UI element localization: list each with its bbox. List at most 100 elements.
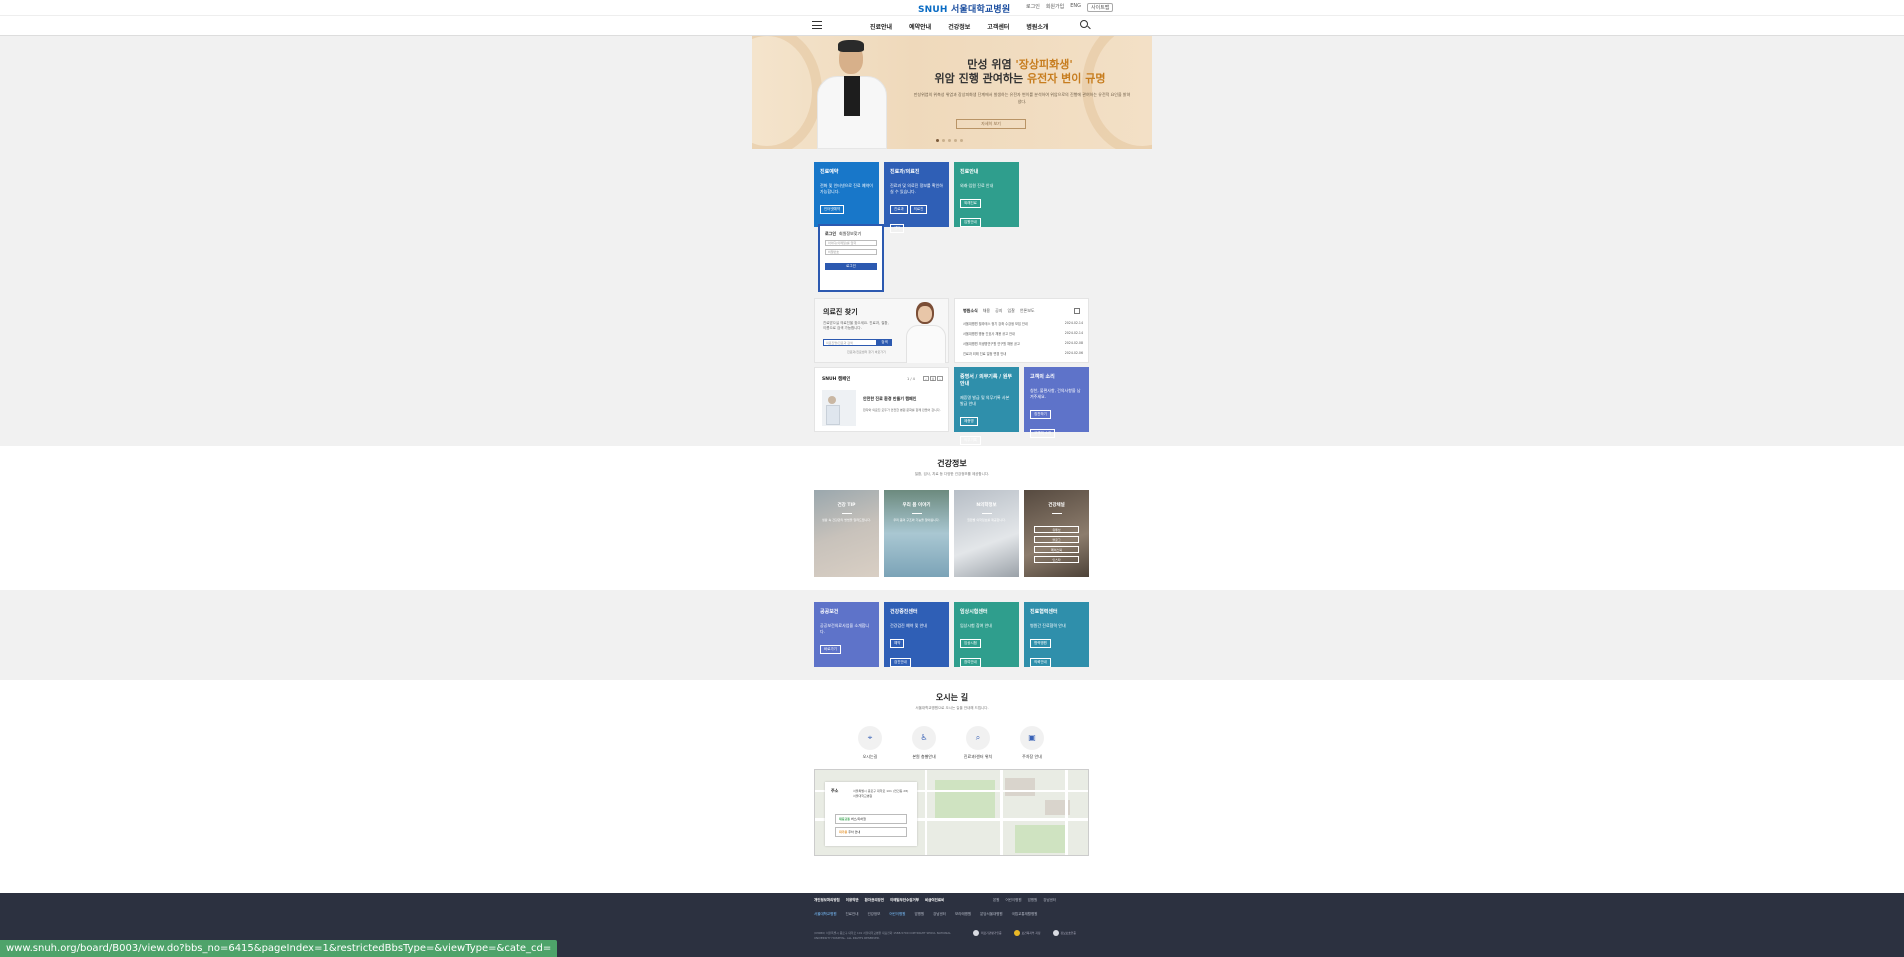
login-button[interactable]: 로그인	[825, 263, 877, 270]
family-site-select[interactable]: 어린이병원	[1005, 898, 1021, 903]
floor-guide-icon[interactable]: ♿	[912, 726, 936, 750]
trial-guide-button[interactable]: 참여안내	[960, 658, 981, 667]
certificate-button[interactable]: 제증명	[960, 417, 978, 426]
nav-item-customer[interactable]: 고객센터	[987, 22, 1009, 31]
referral-button[interactable]: 의뢰안내	[1030, 658, 1051, 667]
tile-clinical-trial[interactable]: 임상시험센터 임상시험 참여 안내 임상시험 참여안내	[954, 602, 1019, 667]
util-link-eng[interactable]: ENG	[1070, 3, 1081, 12]
banner-more-button[interactable]: 자세히 보기	[956, 119, 1026, 129]
checkup-guide-button[interactable]: 검진안내	[890, 658, 911, 667]
trial-button[interactable]: 임상시험	[960, 639, 981, 648]
partner-button[interactable]: 협력병원	[1030, 639, 1051, 648]
tile-voice[interactable]: 고객의 소리 칭찬, 불편사항, 건의사항을 남겨주세요. 칭찬하기 고객의 소…	[1024, 367, 1089, 438]
family-site-select[interactable]: 암병원	[1028, 898, 1038, 903]
list-item[interactable]: 서울대병원 병동 간호사 채용 공고 안내 2024.02.14	[963, 331, 1083, 341]
footer-site-link[interactable]: 국립교통재활병원	[1012, 912, 1038, 917]
nav-item-health[interactable]: 건강정보	[948, 22, 970, 31]
footer-link[interactable]: 이용약관	[846, 898, 859, 903]
list-item[interactable]: 진료과 외래 진료 일정 변경 안내 2024.02.06	[963, 351, 1083, 361]
tile-reservation[interactable]: 진료예약 전화 및 인터넷으로 진료 예약이 가능합니다. 인터넷예약 전화예약	[814, 162, 879, 233]
location-label[interactable]: 오시는길	[845, 754, 895, 760]
parking-label[interactable]: 주차장 안내	[1007, 754, 1057, 760]
doctor-search-button[interactable]: 검색	[877, 339, 892, 346]
footer-site-link[interactable]: 암병원	[914, 912, 924, 917]
transit-button[interactable]: 대중교통 버스/지하철	[835, 814, 907, 824]
footer-site-link[interactable]: 강남센터	[933, 912, 946, 917]
facebook-button[interactable]: 페이스북	[1034, 546, 1079, 553]
next-icon[interactable]: ›	[937, 376, 943, 381]
map-pin-icon[interactable]: ⌖	[858, 726, 882, 750]
department-finder-link[interactable]: 진료과/진료센터 찾기 바로가기	[847, 350, 886, 354]
find-account-tab[interactable]: 회원정보찾기	[839, 231, 861, 237]
inpatient-button[interactable]: 입원안내	[960, 218, 981, 227]
nav-item-about[interactable]: 병원소개	[1026, 22, 1048, 31]
footer-site-link[interactable]: 건강정보	[867, 912, 880, 917]
tile-certificates[interactable]: 증명서 / 의무기록 / 원무안내 제증명 발급 및 의무기록 사본 발급 안내…	[954, 367, 1019, 445]
praise-button[interactable]: 칭찬하기	[1030, 410, 1051, 419]
tab-news[interactable]: 병원소식	[963, 308, 978, 314]
search-location-icon[interactable]: ⌕	[966, 726, 990, 750]
blog-button[interactable]: 블로그	[1034, 536, 1079, 543]
doctor-search-input[interactable]: 의료진명/진료과 검색	[823, 339, 877, 346]
internet-reservation-button[interactable]: 인터넷예약	[820, 205, 845, 214]
doctor-button[interactable]: 의료진	[909, 205, 928, 214]
list-item[interactable]: 서울대병원 의생명연구원 연구원 채용 공고 2024.02.08	[963, 341, 1083, 351]
nav-item-guide[interactable]: 진료안내	[870, 22, 892, 31]
footer-site-link[interactable]: 보라매병원	[955, 912, 971, 917]
youtube-button[interactable]: 유튜브	[1034, 526, 1079, 533]
tile-public-health[interactable]: 공공보건 공공보건의료사업을 소개합니다. 바로가기	[814, 602, 879, 667]
outpatient-button[interactable]: 외래진료	[960, 199, 981, 208]
login-tab[interactable]: 로그인	[825, 231, 836, 237]
health-tile-tip[interactable]: 건강 TIP 생활 속 건강관리 방법을 알려드립니다.	[814, 490, 879, 577]
public-health-button[interactable]: 바로가기	[820, 645, 841, 654]
health-tile-body[interactable]: 우리 몸 이야기 우리 몸의 구조와 기능을 알아봅니다.	[884, 490, 949, 577]
tile-departments[interactable]: 진료과/의료진 진료과 및 의료진 정보를 확인하실 수 있습니다. 진료과 의료…	[884, 162, 949, 233]
health-tile-medical[interactable]: N의학정보 질환별 의학정보를 제공합니다.	[954, 490, 1019, 577]
id-field[interactable]: 아이디(이메일)를 입력	[825, 240, 877, 246]
department-button[interactable]: 진료과	[890, 205, 908, 214]
more-icon[interactable]	[1074, 308, 1080, 314]
medical-record-button[interactable]: 의무기록	[960, 436, 981, 445]
tab-notice[interactable]: 공지	[995, 308, 1002, 314]
checkup-reserve-button[interactable]: 예약	[890, 639, 905, 648]
tab-press[interactable]: 언론보도	[1020, 308, 1035, 314]
floor-guide-label[interactable]: 본원 층별안내	[899, 754, 949, 760]
tile-cooperation[interactable]: 진료협력센터 병원간 진료협력 안내 협력병원 의뢰안내	[1024, 602, 1089, 667]
footer-link[interactable]: 이메일무단수집거부	[890, 898, 919, 903]
footer-site-link[interactable]: 어린이병원	[889, 912, 905, 917]
tab-recruit[interactable]: 채용	[983, 308, 990, 314]
footer-site-link[interactable]: 분당서울대병원	[980, 912, 1003, 917]
health-tile-channel[interactable]: 건강채널 유튜브 블로그 페이스북 인스타	[1024, 490, 1089, 577]
voice-button[interactable]: 고객의 소리	[1030, 429, 1056, 438]
banner-pagination[interactable]	[936, 139, 963, 142]
pause-icon[interactable]: ∥	[930, 376, 936, 381]
main-banner[interactable]: 만성 위염 '장상피화생' 위암 진행 관여하는 유전자 변이 규명 만성위염의…	[752, 36, 1152, 149]
util-link-join[interactable]: 회원가입	[1046, 3, 1064, 12]
tile-health-center[interactable]: 건강증진센터 건강검진 예약 및 안내 예약 검진안내	[884, 602, 949, 667]
footer-link[interactable]: 개인정보처리방침	[814, 898, 840, 903]
search-icon[interactable]	[1080, 20, 1088, 28]
instagram-button[interactable]: 인스타	[1034, 556, 1079, 563]
tab-bid[interactable]: 입찰	[1007, 308, 1014, 314]
footer-link[interactable]: 환자권리장전	[865, 898, 884, 903]
dept-location-label[interactable]: 진료과/센터 위치	[953, 754, 1003, 760]
nav-item-reservation[interactable]: 예약안내	[909, 22, 931, 31]
hospital-logo[interactable]: SNUH 서울대학교병원	[918, 2, 1010, 15]
list-item[interactable]: 서울대병원 필라테스 정기 강좌 수강생 모집 안내 2024.02.14	[963, 321, 1083, 331]
util-link-login[interactable]: 로그인	[1026, 3, 1040, 12]
parking-icon[interactable]: ▣	[1020, 726, 1044, 750]
center-button[interactable]: 센터	[890, 224, 905, 233]
family-site-select[interactable]: 강남센터	[1043, 898, 1056, 903]
prev-icon[interactable]: ‹	[923, 376, 929, 381]
footer-link[interactable]: 비급여진료비	[925, 898, 944, 903]
family-site-select[interactable]: 본원	[993, 898, 999, 903]
footer-site-link[interactable]: 서울대학교병원	[814, 912, 837, 917]
campaign-item-title[interactable]: 안전한 진료 환경 만들기 캠페인	[863, 396, 943, 402]
footer-site-link[interactable]: 진료안내	[846, 912, 859, 917]
password-field[interactable]: 비밀번호	[825, 249, 877, 255]
menu-icon[interactable]	[812, 21, 822, 29]
address-card: 주소 서울특별시 종로구 대학로 101 (연건동 28) 서울대학교병원 대중…	[825, 782, 917, 846]
sitemap-button[interactable]: 사이트맵	[1087, 3, 1114, 12]
car-button[interactable]: 자가용 주차 안내	[835, 827, 907, 837]
tile-guide[interactable]: 진료안내 외래·입원 진료 안내 외래진료 입원안내	[954, 162, 1019, 227]
